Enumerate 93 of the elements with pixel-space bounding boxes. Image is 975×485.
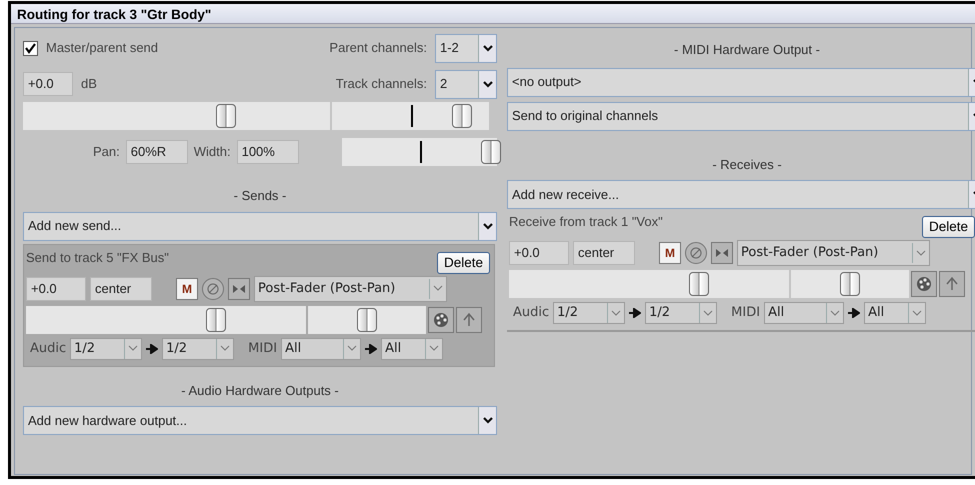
midi-label: MIDI	[731, 304, 760, 322]
dropdown[interactable]: Post-Fader (Post-Pan)	[254, 276, 447, 302]
fader-track[interactable]	[23, 102, 330, 130]
phase-icon	[206, 282, 220, 296]
fader-track[interactable]	[332, 102, 489, 130]
right-arrow-icon	[146, 344, 158, 354]
mute-button[interactable]: M	[176, 278, 198, 300]
section-heading: - MIDI Hardware Output -	[673, 41, 821, 59]
caret-icon	[482, 417, 492, 424]
up-button[interactable]	[939, 271, 965, 297]
section-heading: - Audio Hardware Outputs -	[180, 382, 340, 400]
caret-icon	[482, 222, 492, 230]
audio-label: Audic	[513, 304, 550, 322]
caret-icon	[482, 80, 492, 88]
track-channels-label: Track channels:	[336, 75, 427, 94]
palette-icon	[433, 312, 449, 328]
mono-button[interactable]	[711, 242, 733, 264]
bowtie-icon	[232, 284, 246, 294]
volume-field[interactable]: +0.0	[23, 72, 73, 96]
fader-thumb[interactable]	[480, 140, 501, 164]
caret-icon	[703, 310, 714, 316]
add-receive-dropdown[interactable]: Add new receive...	[507, 180, 975, 209]
up-arrow-icon	[945, 276, 959, 292]
track-channels-dropdown[interactable]: 2	[435, 70, 497, 98]
fader-thumb[interactable]	[206, 308, 226, 332]
caret-icon	[482, 44, 492, 52]
midi-channels-dropdown[interactable]: Send to original channels	[507, 102, 975, 130]
route-title: Receive from track 1 "Vox"	[509, 213, 663, 231]
fader-track[interactable]	[308, 306, 426, 334]
audio-label: Audic	[30, 340, 66, 358]
unit-label: dB	[81, 75, 97, 94]
dropdown[interactable]: 1/2	[645, 302, 718, 324]
midi-label: MIDI	[248, 340, 278, 358]
add-hardware-output-dropdown[interactable]: Add new hardware output...	[23, 406, 497, 435]
fader-track[interactable]	[791, 270, 909, 298]
caret-icon	[912, 310, 922, 316]
caret-icon	[347, 345, 358, 352]
dropdown[interactable]: 1/2	[162, 338, 234, 360]
palette-icon	[916, 276, 932, 292]
fader-thumb[interactable]	[689, 272, 710, 296]
right-arrow-icon	[365, 344, 378, 354]
parent-channels-dropdown[interactable]: 1-2	[435, 34, 497, 62]
dropdown[interactable]: All	[381, 338, 444, 360]
midi-output-dropdown[interactable]: <no output>	[507, 68, 975, 96]
section-heading: - Sends -	[232, 187, 288, 205]
up-arrow-icon	[462, 312, 476, 328]
fader-thumb[interactable]	[216, 104, 236, 128]
caret-icon	[830, 310, 840, 316]
section-heading: - Receives -	[711, 156, 783, 174]
add-send-dropdown[interactable]: Add new send...	[23, 212, 497, 240]
pan-label: Pan:	[93, 143, 120, 162]
right-arrow-icon	[629, 308, 642, 318]
width-field[interactable]: 100%	[236, 140, 299, 164]
dropdown[interactable]: Post-Fader (Post-Pan)	[737, 240, 930, 266]
caret-icon	[916, 250, 926, 256]
phase-button[interactable]	[685, 242, 707, 264]
master-send-checkbox[interactable]: Master/parent send	[23, 38, 158, 58]
parent-channels-label: Parent channels:	[329, 39, 427, 58]
caret-icon	[433, 285, 443, 292]
volume-field[interactable]: +0.0	[26, 276, 86, 300]
delete-button[interactable]: Delete	[922, 216, 975, 238]
bowtie-icon	[715, 248, 729, 258]
caret-icon	[429, 345, 440, 352]
checkbox-icon[interactable]	[23, 40, 38, 56]
palette-button[interactable]	[428, 306, 454, 332]
caret-icon	[220, 345, 230, 352]
pan-field[interactable]: 60%R	[126, 140, 188, 164]
right-arrow-icon	[848, 308, 860, 318]
caret-icon	[611, 310, 622, 316]
fader-thumb[interactable]	[357, 308, 377, 332]
palette-button[interactable]	[911, 271, 937, 297]
fader-track[interactable]	[26, 306, 306, 334]
dropdown[interactable]: 1/2	[553, 302, 626, 324]
route-title: Send to track 5 "FX Bus"	[26, 248, 169, 266]
pan-field[interactable]: center	[573, 241, 635, 265]
dropdown[interactable]: All	[764, 302, 844, 324]
window-title: Routing for track 3 "Gtr Body"	[17, 7, 212, 22]
mono-button[interactable]	[228, 278, 250, 300]
volume-field[interactable]: +0.0	[509, 241, 569, 265]
dropdown[interactable]: 1/2	[70, 338, 142, 360]
dropdown[interactable]: All	[281, 338, 362, 360]
width-label: Width:	[194, 143, 231, 162]
mute-button[interactable]: M	[659, 242, 681, 264]
up-button[interactable]	[456, 306, 482, 332]
fader-thumb[interactable]	[452, 104, 472, 128]
fader-thumb[interactable]	[840, 272, 860, 296]
phase-icon	[689, 246, 703, 260]
phase-button[interactable]	[202, 278, 224, 300]
pan-field[interactable]: center	[90, 276, 152, 300]
delete-button[interactable]: Delete	[436, 252, 490, 274]
fader-track[interactable]	[509, 270, 789, 298]
caret-icon	[128, 345, 138, 352]
dropdown[interactable]: All	[864, 302, 926, 324]
